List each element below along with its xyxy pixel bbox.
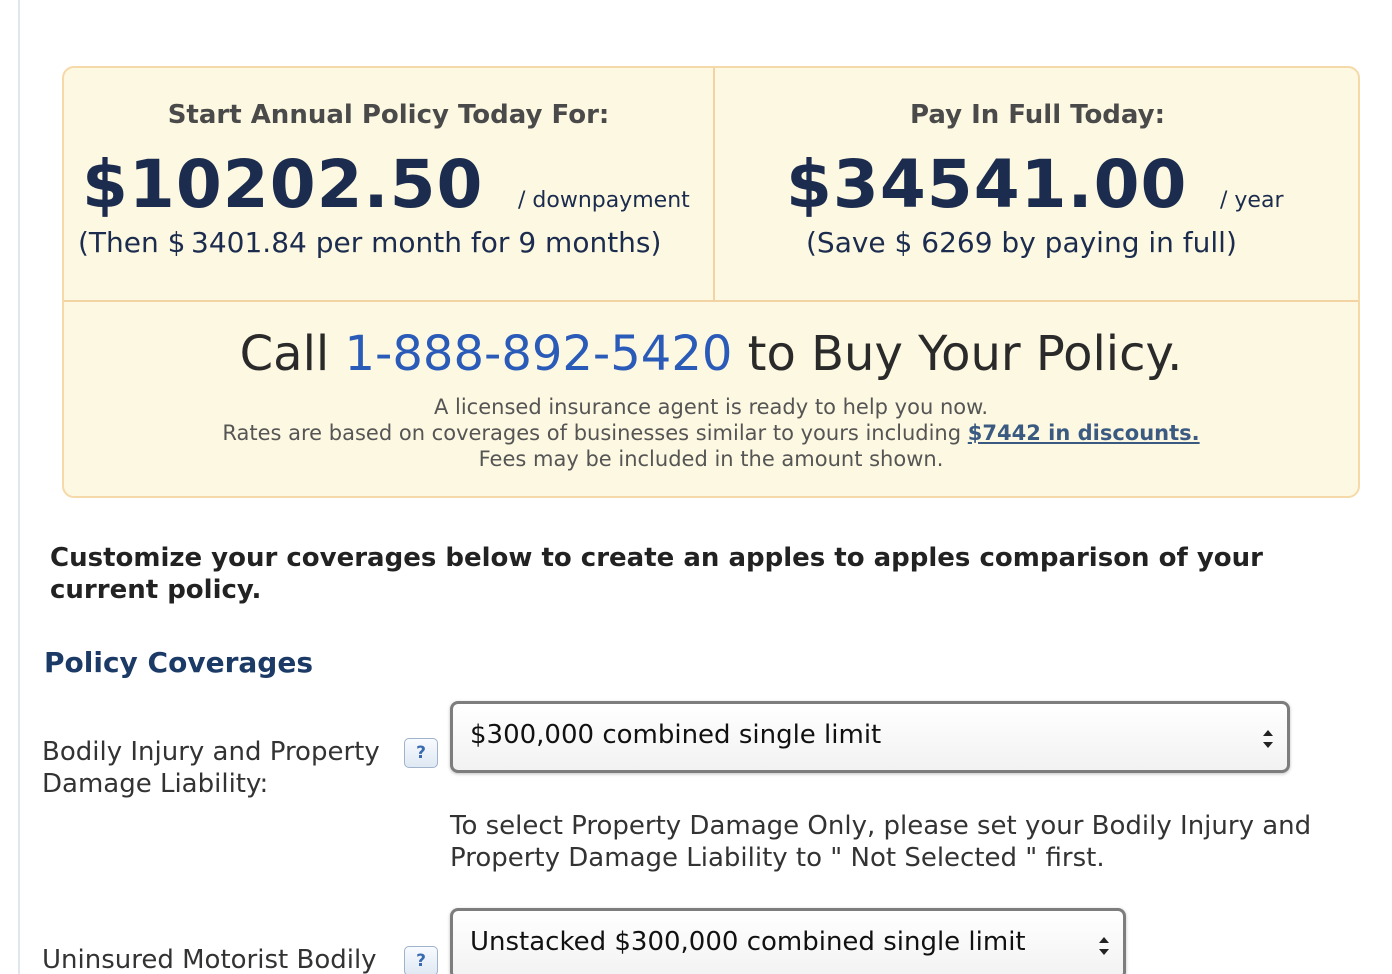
discounts-link[interactable]: $7442 in discounts. [968, 421, 1200, 445]
phone-number-link[interactable]: 1-888-892-5420 [345, 326, 733, 382]
select-arrows-icon [1099, 937, 1109, 955]
uninsured-motorist-select[interactable]: Unstacked $300,000 combined single limit [450, 908, 1126, 974]
monthly-payment-text: (Then $ 3401.84 per month for 9 months) [78, 226, 662, 259]
year-suffix: / year [1220, 188, 1284, 213]
horizontal-divider [64, 300, 1358, 302]
fees-text: Fees may be included in the amount shown… [478, 447, 944, 471]
savings-text: (Save $ 6269 by paying in full) [806, 226, 1237, 259]
annual-downpayment-price: $10202.50 [82, 146, 484, 223]
left-border [18, 0, 20, 974]
property-damage-note: To select Property Damage Only, please s… [450, 811, 1312, 873]
bodily-injury-help-icon[interactable]: ? [404, 738, 438, 768]
call-prefix: Call [239, 326, 330, 382]
customize-instructions: Customize your coverages below to create… [50, 543, 1263, 605]
bodily-injury-label: Bodily Injury and Property Damage Liabil… [42, 737, 380, 799]
uninsured-motorist-selected-value: Unstacked $300,000 combined single limit [470, 927, 1026, 957]
bodily-injury-select[interactable]: $300,000 combined single limit [450, 701, 1290, 773]
uninsured-motorist-help-icon[interactable]: ? [404, 946, 438, 974]
quote-summary-box: Start Annual Policy Today For: $10202.50… [62, 66, 1360, 498]
pay-in-full-title: Pay In Full Today: [909, 100, 1166, 130]
agent-ready-text: A licensed insurance agent is ready to h… [433, 395, 989, 419]
call-to-buy-line: Call 1-888-892-5420 to Buy Your Policy. [64, 326, 1358, 382]
downpayment-suffix: / downpayment [518, 188, 690, 213]
rates-text-line: Rates are based on coverages of business… [64, 420, 1358, 446]
select-arrows-icon [1263, 730, 1273, 748]
agent-info: A licensed insurance agent is ready to h… [64, 394, 1358, 472]
uninsured-motorist-label: Uninsured Motorist Bodily [42, 945, 377, 974]
annual-policy-title: Start Annual Policy Today For: [167, 100, 610, 130]
page: Start Annual Policy Today For: $10202.50… [0, 0, 1392, 974]
policy-coverages-heading: Policy Coverages [44, 646, 313, 679]
rates-text: Rates are based on coverages of business… [222, 421, 962, 445]
bodily-injury-selected-value: $300,000 combined single limit [470, 720, 882, 750]
call-suffix: to Buy Your Policy. [747, 326, 1183, 382]
pay-in-full-price: $34541.00 [786, 146, 1188, 223]
